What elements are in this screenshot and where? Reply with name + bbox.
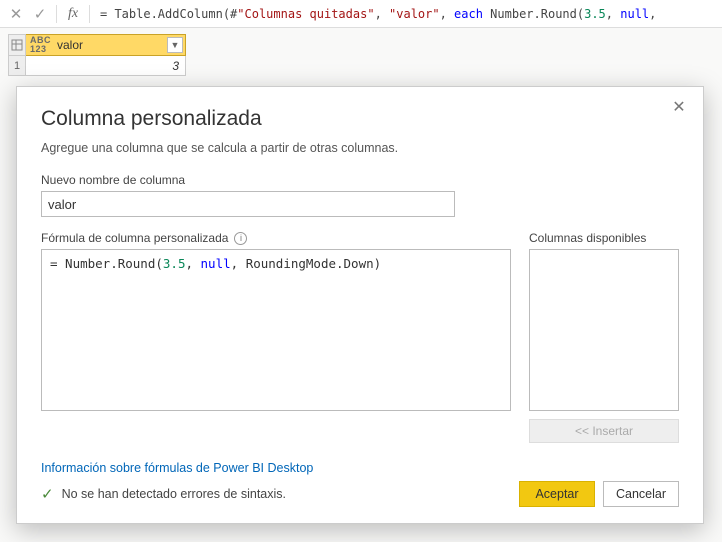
column-type-icon[interactable]: ABC 123 (30, 36, 51, 54)
data-cell[interactable]: 3 (26, 56, 186, 76)
formula-editor[interactable]: = Number.Round(3.5, null, RoundingMode.D… (41, 249, 511, 411)
custom-column-dialog: ✕ Columna personalizada Agregue una colu… (16, 86, 704, 524)
grid-corner[interactable] (8, 34, 26, 56)
check-icon: ✓ (41, 485, 54, 503)
column-header-valor[interactable]: ABC 123 valor ▼ (26, 34, 186, 56)
cancel-button[interactable]: Cancelar (603, 481, 679, 507)
cancel-formula-icon[interactable]: ✕ (4, 3, 28, 25)
data-grid: ABC 123 valor ▼ 1 3 (0, 28, 722, 76)
syntax-status: ✓ No se han detectado errores de sintaxi… (41, 485, 286, 503)
insert-button[interactable]: << Insertar (529, 419, 679, 443)
column-name-input[interactable] (41, 191, 455, 217)
available-columns-list[interactable] (529, 249, 679, 411)
accept-formula-icon[interactable]: ✓ (28, 3, 52, 25)
row-number[interactable]: 1 (8, 56, 26, 76)
accept-button[interactable]: Aceptar (519, 481, 595, 507)
available-columns-label: Columnas disponibles (529, 231, 679, 245)
fx-icon[interactable]: fx (61, 3, 85, 25)
column-name: valor (57, 38, 83, 52)
status-text: No se han detectado errores de sintaxis. (62, 487, 286, 501)
separator (56, 5, 57, 23)
table-icon (11, 39, 23, 51)
name-field-label: Nuevo nombre de columna (41, 173, 679, 187)
info-icon[interactable]: i (234, 232, 247, 245)
formula-bar: ✕ ✓ fx = Table.AddColumn(#"Columnas quit… (0, 0, 722, 28)
formulas-info-link[interactable]: Información sobre fórmulas de Power BI D… (41, 461, 313, 475)
separator (89, 5, 90, 23)
dialog-title: Columna personalizada (41, 107, 679, 131)
formula-field-label: Fórmula de columna personalizada i (41, 231, 511, 245)
column-filter-dropdown[interactable]: ▼ (167, 37, 183, 53)
dialog-subtitle: Agregue una columna que se calcula a par… (41, 141, 679, 155)
formula-bar-text[interactable]: = Table.AddColumn(#"Columnas quitadas", … (94, 7, 718, 21)
close-icon[interactable]: ✕ (669, 97, 689, 117)
